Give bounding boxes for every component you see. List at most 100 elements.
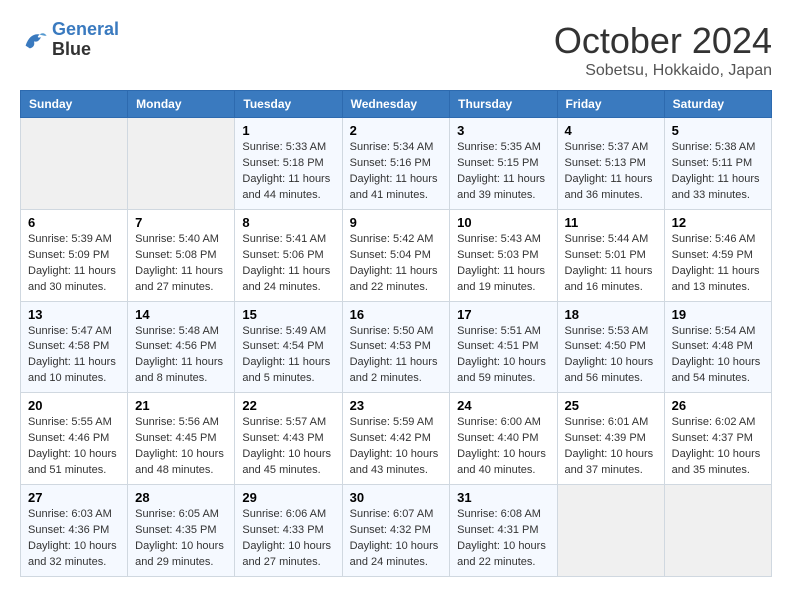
day-info: Sunrise: 5:57 AMSunset: 4:43 PMDaylight:… — [242, 415, 334, 479]
day-info: Sunrise: 6:07 AMSunset: 4:32 PMDaylight:… — [350, 507, 443, 571]
day-number: 5 — [672, 123, 764, 138]
day-number: 23 — [350, 398, 443, 413]
day-cell: 11 Sunrise: 5:44 AMSunset: 5:01 PMDayligh… — [557, 209, 664, 301]
day-info: Sunrise: 5:43 AMSunset: 5:03 PMDaylight:… — [457, 232, 549, 296]
day-cell — [664, 485, 771, 577]
day-number: 14 — [135, 307, 227, 322]
day-number: 11 — [565, 215, 657, 230]
day-number: 17 — [457, 307, 549, 322]
day-number: 29 — [242, 490, 334, 505]
day-cell: 30 Sunrise: 6:07 AMSunset: 4:32 PMDayligh… — [342, 485, 450, 577]
day-cell: 18 Sunrise: 5:53 AMSunset: 4:50 PMDayligh… — [557, 301, 664, 393]
day-info: Sunrise: 5:53 AMSunset: 4:50 PMDaylight:… — [565, 324, 657, 388]
day-info: Sunrise: 5:38 AMSunset: 5:11 PMDaylight:… — [672, 140, 764, 204]
day-info: Sunrise: 5:39 AMSunset: 5:09 PMDaylight:… — [28, 232, 120, 296]
day-number: 13 — [28, 307, 120, 322]
header-wednesday: Wednesday — [342, 91, 450, 118]
day-cell: 5 Sunrise: 5:38 AMSunset: 5:11 PMDaylight… — [664, 118, 771, 210]
day-cell: 20 Sunrise: 5:55 AMSunset: 4:46 PMDayligh… — [21, 393, 128, 485]
day-info: Sunrise: 5:42 AMSunset: 5:04 PMDaylight:… — [350, 232, 443, 296]
day-cell: 19 Sunrise: 5:54 AMSunset: 4:48 PMDayligh… — [664, 301, 771, 393]
day-info: Sunrise: 6:01 AMSunset: 4:39 PMDaylight:… — [565, 415, 657, 479]
week-row-2: 6Sunrise: 5:39 AMSunset: 5:09 PMDaylight… — [21, 209, 772, 301]
day-number: 2 — [350, 123, 443, 138]
calendar-table: SundayMondayTuesdayWednesdayThursdayFrid… — [20, 90, 772, 577]
day-number: 4 — [565, 123, 657, 138]
location-subtitle: Sobetsu, Hokkaido, Japan — [554, 62, 772, 80]
title-block: October 2024 Sobetsu, Hokkaido, Japan — [554, 20, 772, 80]
day-cell: 28Sunrise: 6:05 AMSunset: 4:35 PMDayligh… — [128, 485, 235, 577]
header-thursday: Thursday — [450, 91, 557, 118]
day-number: 27 — [28, 490, 120, 505]
day-cell: 1Sunrise: 5:33 AMSunset: 5:18 PMDaylight… — [235, 118, 342, 210]
day-info: Sunrise: 6:05 AMSunset: 4:35 PMDaylight:… — [135, 507, 227, 571]
day-info: Sunrise: 5:49 AMSunset: 4:54 PMDaylight:… — [242, 324, 334, 388]
day-cell: 16 Sunrise: 5:50 AMSunset: 4:53 PMDayligh… — [342, 301, 450, 393]
day-info: Sunrise: 6:08 AMSunset: 4:31 PMDaylight:… — [457, 507, 549, 571]
logo-icon — [20, 26, 48, 54]
day-info: Sunrise: 6:02 AMSunset: 4:37 PMDaylight:… — [672, 415, 764, 479]
day-number: 12 — [672, 215, 764, 230]
day-number: 8 — [242, 215, 334, 230]
day-cell: 27 Sunrise: 6:03 AMSunset: 4:36 PMDayligh… — [21, 485, 128, 577]
day-cell: 22Sunrise: 5:57 AMSunset: 4:43 PMDayligh… — [235, 393, 342, 485]
day-number: 26 — [672, 398, 764, 413]
week-row-3: 13 Sunrise: 5:47 AMSunset: 4:58 PMDayligh… — [21, 301, 772, 393]
day-number: 25 — [565, 398, 657, 413]
day-cell: 26 Sunrise: 6:02 AMSunset: 4:37 PMDayligh… — [664, 393, 771, 485]
day-cell: 8 Sunrise: 5:41 AMSunset: 5:06 PMDaylight… — [235, 209, 342, 301]
day-cell: 25 Sunrise: 6:01 AMSunset: 4:39 PMDayligh… — [557, 393, 664, 485]
day-cell: 6Sunrise: 5:39 AMSunset: 5:09 PMDaylight… — [21, 209, 128, 301]
day-number: 19 — [672, 307, 764, 322]
header-saturday: Saturday — [664, 91, 771, 118]
header-friday: Friday — [557, 91, 664, 118]
day-cell: 10 Sunrise: 5:43 AMSunset: 5:03 PMDayligh… — [450, 209, 557, 301]
header-sunday: Sunday — [21, 91, 128, 118]
day-info: Sunrise: 5:35 AMSunset: 5:15 PMDaylight:… — [457, 140, 549, 204]
day-number: 7 — [135, 215, 227, 230]
day-cell: 4Sunrise: 5:37 AMSunset: 5:13 PMDaylight… — [557, 118, 664, 210]
day-cell: 29 Sunrise: 6:06 AMSunset: 4:33 PMDayligh… — [235, 485, 342, 577]
day-cell: 21 Sunrise: 5:56 AMSunset: 4:45 PMDayligh… — [128, 393, 235, 485]
day-cell: 3Sunrise: 5:35 AMSunset: 5:15 PMDaylight… — [450, 118, 557, 210]
day-info: Sunrise: 5:41 AMSunset: 5:06 PMDaylight:… — [242, 232, 334, 296]
day-number: 1 — [242, 123, 334, 138]
day-info: Sunrise: 5:48 AMSunset: 4:56 PMDaylight:… — [135, 324, 227, 388]
day-info: Sunrise: 6:00 AMSunset: 4:40 PMDaylight:… — [457, 415, 549, 479]
day-cell: 12Sunrise: 5:46 AMSunset: 4:59 PMDayligh… — [664, 209, 771, 301]
calendar-header: SundayMondayTuesdayWednesdayThursdayFrid… — [21, 91, 772, 118]
day-number: 21 — [135, 398, 227, 413]
day-cell: 2 Sunrise: 5:34 AMSunset: 5:16 PMDaylight… — [342, 118, 450, 210]
day-cell: 17 Sunrise: 5:51 AMSunset: 4:51 PMDayligh… — [450, 301, 557, 393]
day-info: Sunrise: 5:51 AMSunset: 4:51 PMDaylight:… — [457, 324, 549, 388]
day-info: Sunrise: 5:59 AMSunset: 4:42 PMDaylight:… — [350, 415, 443, 479]
day-info: Sunrise: 5:47 AMSunset: 4:58 PMDaylight:… — [28, 324, 120, 388]
day-cell: 13 Sunrise: 5:47 AMSunset: 4:58 PMDayligh… — [21, 301, 128, 393]
day-cell: 9Sunrise: 5:42 AMSunset: 5:04 PMDaylight… — [342, 209, 450, 301]
day-info: Sunrise: 5:34 AMSunset: 5:16 PMDaylight:… — [350, 140, 443, 204]
day-info: Sunrise: 5:55 AMSunset: 4:46 PMDaylight:… — [28, 415, 120, 479]
day-number: 10 — [457, 215, 549, 230]
day-info: Sunrise: 6:03 AMSunset: 4:36 PMDaylight:… — [28, 507, 120, 571]
header-tuesday: Tuesday — [235, 91, 342, 118]
day-number: 15 — [242, 307, 334, 322]
day-cell — [21, 118, 128, 210]
day-number: 18 — [565, 307, 657, 322]
week-row-5: 27 Sunrise: 6:03 AMSunset: 4:36 PMDayligh… — [21, 485, 772, 577]
day-info: Sunrise: 5:40 AMSunset: 5:08 PMDaylight:… — [135, 232, 227, 296]
day-cell: 7 Sunrise: 5:40 AMSunset: 5:08 PMDaylight… — [128, 209, 235, 301]
header-monday: Monday — [128, 91, 235, 118]
day-info: Sunrise: 5:44 AMSunset: 5:01 PMDaylight:… — [565, 232, 657, 296]
logo-text: GeneralBlue — [52, 20, 119, 60]
week-row-4: 20 Sunrise: 5:55 AMSunset: 4:46 PMDayligh… — [21, 393, 772, 485]
day-info: Sunrise: 5:50 AMSunset: 4:53 PMDaylight:… — [350, 324, 443, 388]
day-number: 20 — [28, 398, 120, 413]
day-number: 16 — [350, 307, 443, 322]
day-number: 31 — [457, 490, 549, 505]
day-info: Sunrise: 6:06 AMSunset: 4:33 PMDaylight:… — [242, 507, 334, 571]
day-number: 30 — [350, 490, 443, 505]
day-cell: 15 Sunrise: 5:49 AMSunset: 4:54 PMDayligh… — [235, 301, 342, 393]
day-info: Sunrise: 5:56 AMSunset: 4:45 PMDaylight:… — [135, 415, 227, 479]
day-info: Sunrise: 5:54 AMSunset: 4:48 PMDaylight:… — [672, 324, 764, 388]
day-cell: 24Sunrise: 6:00 AMSunset: 4:40 PMDayligh… — [450, 393, 557, 485]
